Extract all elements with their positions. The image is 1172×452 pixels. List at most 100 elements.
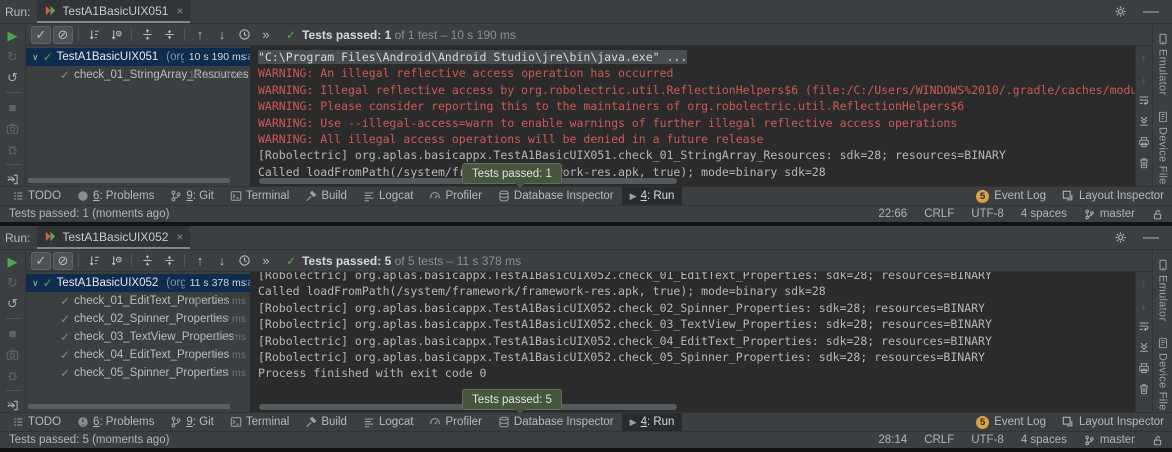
- emulator-tool-button[interactable]: Emulator: [1157, 33, 1169, 95]
- tree-row-root[interactable]: ∨ ✓ TestA1BasicUIX051 (org.aplas.basica …: [26, 48, 250, 66]
- tree-row-test[interactable]: ✓ check_04_EditText_Properties 144 ms: [26, 346, 250, 364]
- caret-position[interactable]: 28:14: [878, 434, 907, 446]
- stop-button[interactable]: ■: [5, 101, 21, 114]
- more-options-chevron[interactable]: »: [7, 171, 14, 185]
- scroll-up-icon[interactable]: ↑: [1137, 52, 1151, 64]
- toggle-auto-test-button[interactable]: ↺: [5, 71, 21, 84]
- clear-console-button[interactable]: [1137, 383, 1151, 395]
- sort-by-duration-button[interactable]: [106, 252, 126, 270]
- scroll-down-icon[interactable]: ↓: [1137, 73, 1151, 85]
- file-encoding[interactable]: UTF-8: [971, 208, 1004, 220]
- show-passed-toggle[interactable]: ✓: [31, 26, 51, 44]
- event-log-button[interactable]: 5Event Log: [976, 416, 1046, 429]
- line-separator[interactable]: CRLF: [924, 208, 954, 220]
- soft-wrap-button[interactable]: [1137, 94, 1151, 106]
- tab-run[interactable]: ▶4: Run: [622, 187, 683, 205]
- git-branch-widget[interactable]: master: [1084, 208, 1135, 220]
- hide-icon[interactable]: —: [1143, 229, 1159, 247]
- layout-inspector-button[interactable]: Layout Inspector: [1062, 190, 1164, 202]
- tree-row-test[interactable]: ✓ check_02_Spinner_Properties 250 ms: [26, 310, 250, 328]
- close-icon[interactable]: ×: [176, 230, 183, 244]
- gear-icon[interactable]: [1112, 5, 1128, 19]
- rerun-failed-tests-button[interactable]: ↻: [5, 50, 21, 63]
- console-output[interactable]: [Robolectric] org.aplas.basicappx.TestA1…: [250, 272, 1135, 412]
- toolbar-more-chevron[interactable]: »: [256, 26, 276, 44]
- attach-debugger-button[interactable]: [5, 369, 21, 382]
- collapse-all-button[interactable]: [159, 26, 179, 44]
- tree-row-test[interactable]: ✓ check_01_StringArray_Resources 10 s 19…: [26, 66, 250, 84]
- show-ignored-toggle[interactable]: ⊘: [53, 26, 73, 44]
- git-branch-widget[interactable]: master: [1084, 434, 1135, 446]
- clear-console-button[interactable]: [1137, 157, 1151, 169]
- sort-by-duration-button[interactable]: [106, 26, 126, 44]
- scroll-up-icon[interactable]: ↑: [1137, 278, 1151, 290]
- tree-row-test[interactable]: ✓ check_05_Spinner_Properties 123 ms: [26, 364, 250, 382]
- emulator-tool-button[interactable]: Emulator: [1157, 259, 1169, 321]
- show-passed-toggle[interactable]: ✓: [31, 252, 51, 270]
- tree-horizontal-scrollbar[interactable]: [28, 404, 230, 409]
- tab-database-inspector[interactable]: Database Inspector: [490, 187, 622, 205]
- print-button[interactable]: [1137, 136, 1151, 148]
- tab-git[interactable]: 9: Git: [162, 187, 222, 205]
- tab-logcat[interactable]: Logcat: [355, 187, 422, 205]
- toggle-auto-test-button[interactable]: ↺: [5, 297, 21, 310]
- tab-problems[interactable]: 6: Problems: [69, 413, 162, 431]
- rerun-failed-tests-button[interactable]: ↻: [5, 276, 21, 289]
- tab-build[interactable]: Build: [297, 187, 355, 205]
- gear-icon[interactable]: [1112, 231, 1128, 245]
- sort-alphabetically-button[interactable]: [84, 26, 104, 44]
- chevron-down-icon[interactable]: ∨: [32, 278, 39, 289]
- hide-icon[interactable]: —: [1143, 3, 1159, 21]
- tab-profiler[interactable]: Profiler: [421, 187, 489, 205]
- tab-database-inspector[interactable]: Database Inspector: [490, 413, 622, 431]
- tab-run[interactable]: ▶4: Run: [622, 413, 683, 431]
- tab-todo[interactable]: TODO: [4, 187, 69, 205]
- rerun-tests-button[interactable]: ▶: [5, 29, 21, 42]
- tree-row-test[interactable]: ✓ check_01_EditText_Properties 10 s 711 …: [26, 292, 250, 310]
- lock-icon[interactable]: [1152, 435, 1163, 446]
- toolbar-more-chevron[interactable]: »: [256, 252, 276, 270]
- tab-todo[interactable]: TODO: [4, 413, 69, 431]
- scroll-down-icon[interactable]: ↓: [1137, 299, 1151, 311]
- scroll-to-end-button[interactable]: [1137, 341, 1151, 353]
- tab-build[interactable]: Build: [297, 413, 355, 431]
- layout-inspector-button[interactable]: Layout Inspector: [1062, 416, 1164, 428]
- scroll-to-end-button[interactable]: [1137, 115, 1151, 127]
- event-log-button[interactable]: 5Event Log: [976, 190, 1046, 203]
- expand-all-button[interactable]: [137, 26, 157, 44]
- tab-terminal[interactable]: Terminal: [222, 187, 297, 205]
- indent-setting[interactable]: 4 spaces: [1021, 434, 1067, 446]
- tree-row-test[interactable]: ✓ check_03_TextView_Properties 150 ms: [26, 328, 250, 346]
- tab-git[interactable]: 9: Git: [162, 413, 222, 431]
- expand-all-button[interactable]: [137, 252, 157, 270]
- collapse-all-button[interactable]: [159, 252, 179, 270]
- stop-button[interactable]: ■: [5, 327, 21, 340]
- lock-icon[interactable]: [1152, 209, 1163, 220]
- soft-wrap-button[interactable]: [1137, 320, 1151, 332]
- next-failed-test-button[interactable]: ↓: [212, 252, 232, 270]
- screenshot-button[interactable]: [5, 348, 21, 361]
- previous-failed-test-button[interactable]: ↑: [190, 252, 210, 270]
- run-tab-testa1basicuix051[interactable]: TestA1BasicUIX051 ×: [37, 0, 190, 23]
- indent-setting[interactable]: 4 spaces: [1021, 208, 1067, 220]
- test-history-button[interactable]: [234, 26, 254, 44]
- tree-row-root[interactable]: ∨ ✓ TestA1BasicUIX052 (org.aplas.basica …: [26, 274, 250, 292]
- print-button[interactable]: [1137, 362, 1151, 374]
- line-separator[interactable]: CRLF: [924, 434, 954, 446]
- attach-debugger-button[interactable]: [5, 143, 21, 156]
- tab-logcat[interactable]: Logcat: [355, 413, 422, 431]
- run-tab-testa1basicuix052[interactable]: TestA1BasicUIX052 ×: [37, 226, 190, 249]
- tab-terminal[interactable]: Terminal: [222, 413, 297, 431]
- chevron-down-icon[interactable]: ∨: [32, 52, 39, 63]
- next-failed-test-button[interactable]: ↓: [212, 26, 232, 44]
- tab-problems[interactable]: 6: Problems: [69, 187, 162, 205]
- sort-alphabetically-button[interactable]: [84, 252, 104, 270]
- console-output[interactable]: "C:\Program Files\Android\Android Studio…: [250, 46, 1135, 186]
- previous-failed-test-button[interactable]: ↑: [190, 26, 210, 44]
- rerun-tests-button[interactable]: ▶: [5, 255, 21, 268]
- test-history-button[interactable]: [234, 252, 254, 270]
- tab-profiler[interactable]: Profiler: [421, 413, 489, 431]
- tree-horizontal-scrollbar[interactable]: [28, 178, 230, 183]
- close-icon[interactable]: ×: [176, 4, 183, 18]
- more-options-chevron[interactable]: »: [7, 397, 14, 411]
